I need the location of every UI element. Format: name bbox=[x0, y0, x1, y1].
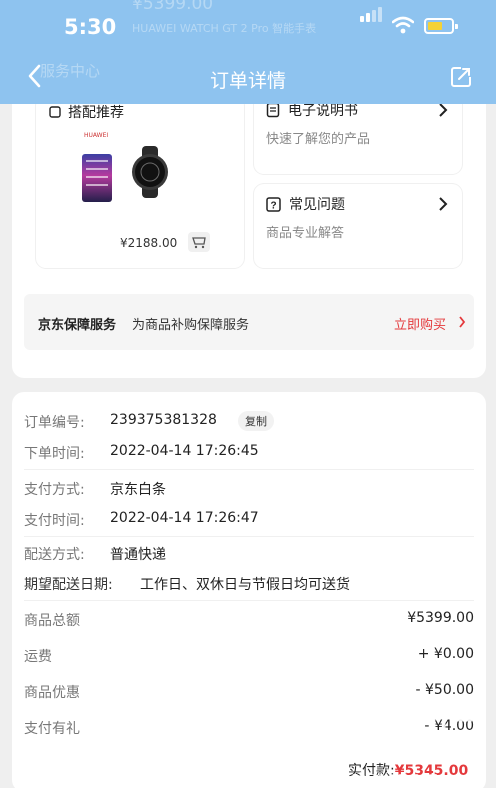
ship-method: 普通快递 bbox=[110, 547, 166, 563]
pay-method-label: 支付方式: bbox=[24, 482, 85, 498]
ship-label: 配送方式: bbox=[24, 547, 85, 563]
chevron-right-icon bbox=[439, 103, 448, 117]
buy-now-link[interactable]: 立即购买 bbox=[394, 314, 446, 333]
expect-label: 期望配送日期: bbox=[24, 577, 113, 593]
recommend-price: ¥2188.00 bbox=[120, 236, 178, 250]
ghost-subtitle: HUAWEI WATCH GT 2 Pro 智能手表 bbox=[132, 22, 317, 35]
question-icon: ? bbox=[266, 196, 281, 212]
wifi-icon bbox=[392, 16, 414, 34]
share-icon[interactable] bbox=[450, 66, 472, 88]
cart-button[interactable] bbox=[188, 232, 210, 252]
discount-label: 商品优惠 bbox=[24, 685, 80, 701]
status-time: 5:30 bbox=[64, 15, 117, 39]
divider bbox=[24, 600, 474, 601]
battery-icon bbox=[424, 18, 458, 34]
order-time: 2022-04-14 17:26:45 bbox=[110, 443, 259, 459]
guarantee-title: 京东保障服务 bbox=[38, 318, 117, 333]
guarantee-banner[interactable]: 京东保障服务 为商品补购保障服务 立即购买 bbox=[24, 294, 474, 350]
divider bbox=[24, 469, 474, 470]
faq-card[interactable]: ? 常见问题 商品专业解答 bbox=[254, 184, 462, 268]
order-time-label: 下单时间: bbox=[24, 446, 85, 462]
recommend-header: 搭配推荐 bbox=[48, 102, 124, 122]
expect-date: 工作日、双休日与节假日均可送货 bbox=[140, 577, 350, 593]
freight-label: 运费 bbox=[24, 649, 52, 665]
page-title: 订单详情 bbox=[209, 70, 286, 92]
faq-header: ? 常见问题 bbox=[266, 194, 345, 214]
gift-label: 支付有礼 bbox=[24, 721, 80, 737]
total-label: 商品总额 bbox=[24, 613, 80, 629]
refresh-icon bbox=[49, 106, 61, 118]
watch-image bbox=[132, 146, 168, 198]
chevron-right-icon bbox=[459, 316, 466, 328]
faq-subtitle: 商品专业解答 bbox=[266, 226, 345, 241]
order-number: 239375381328 bbox=[110, 412, 217, 428]
watermark-text: zhizhizhi.com bbox=[352, 770, 440, 783]
pay-time-label: 支付时间: bbox=[24, 513, 85, 529]
divider bbox=[24, 536, 474, 537]
faq-title: 常见问题 bbox=[289, 197, 345, 213]
svg-text:?: ? bbox=[270, 200, 276, 211]
manual-subtitle: 快速了解您的产品 bbox=[266, 132, 371, 147]
guarantee-desc: 为商品补购保障服务 bbox=[132, 318, 250, 333]
discount-amount: - ¥50.00 bbox=[415, 682, 475, 698]
order-number-label: 订单编号: bbox=[24, 415, 85, 431]
copy-button[interactable]: 复制 bbox=[238, 411, 274, 431]
chevron-right-icon bbox=[439, 197, 448, 211]
document-icon bbox=[266, 102, 280, 118]
recommend-title: 搭配推荐 bbox=[68, 105, 124, 121]
pay-method: 京东白条 bbox=[110, 482, 166, 498]
app-header: ¥5399.00 HUAWEI WATCH GT 2 Pro 智能手表 服务中心… bbox=[0, 0, 496, 104]
pay-time: 2022-04-14 17:26:47 bbox=[110, 510, 259, 526]
brand-label: HUAWEI bbox=[84, 132, 109, 139]
product-box-image bbox=[82, 154, 112, 202]
total-amount: ¥5399.00 bbox=[407, 610, 474, 626]
freight-amount: + ¥0.00 bbox=[417, 646, 474, 662]
ghost-price: ¥5399.00 bbox=[132, 0, 214, 14]
recommend-card[interactable]: 搭配推荐 HUAWEI ¥2188.00 bbox=[36, 96, 244, 268]
cart-icon bbox=[192, 237, 206, 249]
